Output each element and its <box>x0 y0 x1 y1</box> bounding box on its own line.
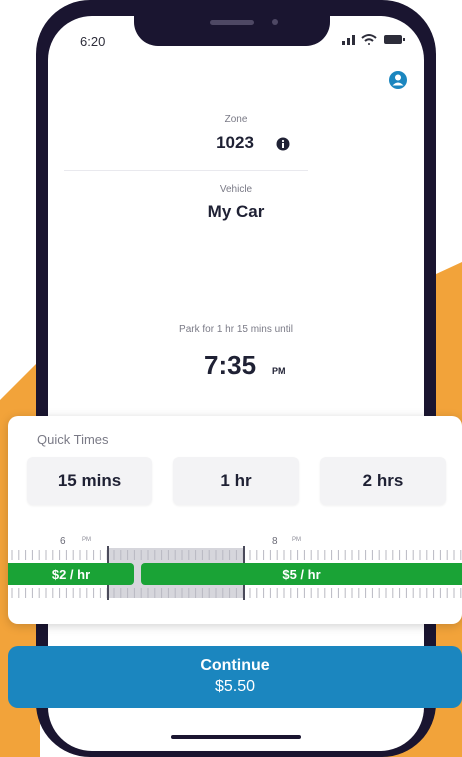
phone-screen <box>48 16 424 751</box>
park-until-time: 7:35 <box>204 350 257 380</box>
hour-label-8-ampm: PM <box>292 537 301 543</box>
park-until-ampm: PM <box>272 366 286 376</box>
parking-summary: Park for 1 hr 15 mins until <box>179 324 293 335</box>
hour-label-6: 6 <box>60 536 66 547</box>
rate-segment-2-per-hr: $2 / hr <box>8 563 134 585</box>
quick-time-15-mins-button[interactable]: 15 mins <box>27 457 152 505</box>
quick-time-2-hrs-button[interactable]: 2 hrs <box>320 457 446 505</box>
hour-label-8: 8 <box>272 536 278 547</box>
front-camera <box>272 19 278 25</box>
battery-icon <box>384 35 405 44</box>
phone-notch <box>134 8 330 46</box>
zone-value: 1023 <box>216 133 254 152</box>
zone-label: Zone <box>224 114 248 125</box>
zone-divider <box>64 170 308 171</box>
quick-time-1-hr-button[interactable]: 1 hr <box>173 457 299 505</box>
hour-label-6-ampm: PM <box>82 537 91 543</box>
profile-icon[interactable] <box>388 70 408 90</box>
status-icons <box>342 34 405 45</box>
info-icon[interactable] <box>276 137 290 151</box>
rate-segment-5-per-hr: $5 / hr <box>141 563 462 585</box>
continue-button[interactable]: Continue $5.50 <box>8 646 462 708</box>
speaker-grille <box>210 20 254 25</box>
continue-price: $5.50 <box>214 678 256 695</box>
quick-times-title: Quick Times <box>37 432 109 447</box>
home-indicator <box>171 735 301 739</box>
status-time: 6:20 <box>80 34 106 49</box>
vehicle-value[interactable]: My Car <box>136 202 336 222</box>
continue-label: Continue <box>200 657 270 674</box>
vehicle-label: Vehicle <box>219 184 253 195</box>
signal-icon <box>342 35 355 45</box>
wifi-icon <box>361 34 377 45</box>
